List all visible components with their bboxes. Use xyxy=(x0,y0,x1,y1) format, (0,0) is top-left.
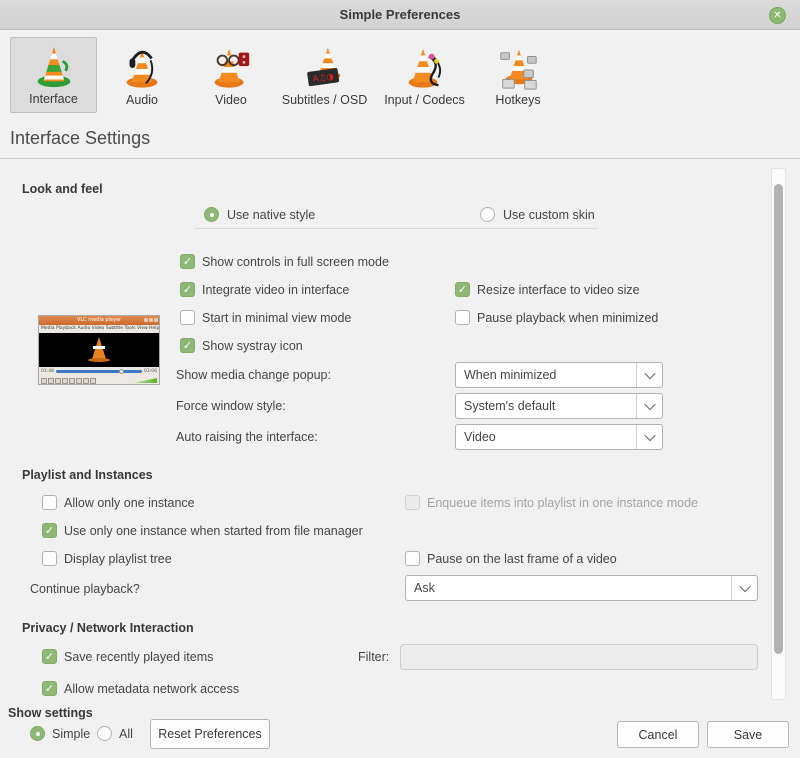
cancel-button[interactable]: Cancel xyxy=(617,721,699,748)
radio-native-style-label[interactable]: Use native style xyxy=(227,208,315,222)
checkbox-save-recent[interactable]: ✓ xyxy=(42,649,57,664)
auto-raise-label: Auto raising the interface: xyxy=(176,430,318,444)
tab-subtitles-osd-label: Subtitles / OSD xyxy=(282,93,367,107)
checkbox-systray[interactable]: ✓ xyxy=(180,338,195,353)
preview-volume-slider xyxy=(133,378,157,383)
checkbox-playlist-tree[interactable] xyxy=(42,551,57,566)
window-style-label: Force window style: xyxy=(176,399,286,413)
interface-preview-image: VLC media player Media Playback Audio Vi… xyxy=(38,315,160,385)
checkbox-one-instance-label[interactable]: Allow only one instance xyxy=(64,496,195,510)
preview-seek-row: 01:48 03:06 xyxy=(39,367,159,375)
tab-audio-label: Audio xyxy=(126,93,158,107)
checkbox-integrate-video[interactable]: ✓ xyxy=(180,282,195,297)
titlebar: Simple Preferences ✕ xyxy=(0,0,800,30)
preview-time-total: 03:06 xyxy=(144,369,157,374)
preview-controls-row xyxy=(39,375,159,385)
window-style-select[interactable]: System's default xyxy=(455,393,663,419)
simple-preferences-window: Simple Preferences ✕ Interface xyxy=(0,0,800,758)
auto-raise-select[interactable]: Video xyxy=(455,424,663,450)
style-separator xyxy=(195,228,597,229)
preview-video-area xyxy=(39,333,159,367)
checkbox-minimal-view[interactable] xyxy=(180,310,195,325)
radio-native-style[interactable] xyxy=(204,207,219,222)
checkbox-metadata-access-label[interactable]: Allow metadata network access xyxy=(64,682,239,696)
checkbox-save-recent-label[interactable]: Save recently played items xyxy=(64,650,213,664)
audio-cone-icon xyxy=(119,45,165,91)
checkbox-playlist-tree-label[interactable]: Display playlist tree xyxy=(64,552,172,566)
checkbox-fullscreen-controls-label[interactable]: Show controls in full screen mode xyxy=(202,255,389,269)
tab-hotkeys-label: Hotkeys xyxy=(495,93,540,107)
filter-label: Filter: xyxy=(358,650,389,664)
checkbox-resize-interface[interactable]: ✓ xyxy=(455,282,470,297)
preview-time-elapsed: 01:48 xyxy=(41,369,54,374)
input-codecs-cone-icon xyxy=(402,45,448,91)
tab-video[interactable]: Video xyxy=(193,37,269,113)
chevron-down-icon xyxy=(636,394,662,418)
checkbox-enqueue-items-label: Enqueue items into playlist in one insta… xyxy=(427,496,698,510)
tab-video-label: Video xyxy=(215,93,247,107)
page-title: Interface Settings xyxy=(10,128,150,149)
checkbox-integrate-video-label[interactable]: Integrate video in interface xyxy=(202,283,349,297)
tab-interface-label: Interface xyxy=(29,92,78,106)
window-title: Simple Preferences xyxy=(340,7,461,22)
checkbox-pause-minimized[interactable] xyxy=(455,310,470,325)
media-popup-value: When minimized xyxy=(464,368,556,382)
save-button[interactable]: Save xyxy=(707,721,789,748)
radio-custom-skin[interactable] xyxy=(480,207,495,222)
radio-all[interactable] xyxy=(97,726,112,741)
radio-custom-skin-label[interactable]: Use custom skin xyxy=(503,208,595,222)
chevron-down-icon xyxy=(636,363,662,387)
checkbox-enqueue-items xyxy=(405,495,420,510)
checkbox-one-instance[interactable] xyxy=(42,495,57,510)
scrollbar-thumb[interactable] xyxy=(774,184,783,654)
checkbox-resize-interface-label[interactable]: Resize interface to video size xyxy=(477,283,640,297)
tab-input-codecs-label: Input / Codecs xyxy=(384,93,465,107)
continue-playback-select[interactable]: Ask xyxy=(405,575,758,601)
checkbox-minimal-view-label[interactable]: Start in minimal view mode xyxy=(202,311,351,325)
video-cone-icon xyxy=(208,45,254,91)
tab-subtitles-osd[interactable]: A♫◑ Subtitles / OSD xyxy=(277,37,372,113)
section-privacy-network: Privacy / Network Interaction xyxy=(22,621,194,635)
checkbox-pause-last-frame-label[interactable]: Pause on the last frame of a video xyxy=(427,552,617,566)
checkbox-fullscreen-controls[interactable]: ✓ xyxy=(180,254,195,269)
radio-all-label[interactable]: All xyxy=(119,727,133,741)
checkbox-metadata-access[interactable]: ✓ xyxy=(42,681,57,696)
tab-audio[interactable]: Audio xyxy=(104,37,180,113)
hotkeys-cone-icon xyxy=(495,45,541,91)
subtitles-cone-icon: A♫◑ xyxy=(302,45,348,91)
media-popup-select[interactable]: When minimized xyxy=(455,362,663,388)
close-icon[interactable]: ✕ xyxy=(769,7,786,24)
tab-interface[interactable]: Interface xyxy=(10,37,97,113)
chevron-down-icon xyxy=(636,425,662,449)
tab-hotkeys[interactable]: Hotkeys xyxy=(479,37,557,113)
preferences-toolbar: Interface Audio xyxy=(0,37,800,115)
checkbox-file-manager-instance[interactable]: ✓ xyxy=(42,523,57,538)
window-style-value: System's default xyxy=(464,399,555,413)
interface-cone-icon xyxy=(31,44,77,90)
preview-seekbar xyxy=(56,370,142,373)
preview-titlebar: VLC media player xyxy=(39,316,159,325)
tab-input-codecs[interactable]: Input / Codecs xyxy=(377,37,472,113)
section-playlist-instances: Playlist and Instances xyxy=(22,468,153,482)
continue-playback-label: Continue playback? xyxy=(30,582,140,596)
checkbox-pause-minimized-label[interactable]: Pause playback when minimized xyxy=(477,311,658,325)
continue-playback-value: Ask xyxy=(414,581,435,595)
reset-preferences-button[interactable]: Reset Preferences xyxy=(150,719,270,749)
heading-separator xyxy=(0,158,800,159)
chevron-down-icon xyxy=(731,576,757,600)
media-popup-label: Show media change popup: xyxy=(176,368,331,382)
checkbox-file-manager-instance-label[interactable]: Use only one instance when started from … xyxy=(64,524,363,538)
filter-input[interactable] xyxy=(400,644,758,670)
preview-window-buttons xyxy=(144,318,158,322)
auto-raise-value: Video xyxy=(464,430,496,444)
checkbox-pause-last-frame[interactable] xyxy=(405,551,420,566)
section-look-and-feel: Look and feel xyxy=(22,182,103,196)
radio-simple-label[interactable]: Simple xyxy=(52,727,90,741)
preview-menubar: Media Playback Audio Video Subtitle Tool… xyxy=(39,325,159,333)
checkbox-systray-label[interactable]: Show systray icon xyxy=(202,339,303,353)
show-settings-label: Show settings xyxy=(8,706,93,720)
radio-simple[interactable] xyxy=(30,726,45,741)
